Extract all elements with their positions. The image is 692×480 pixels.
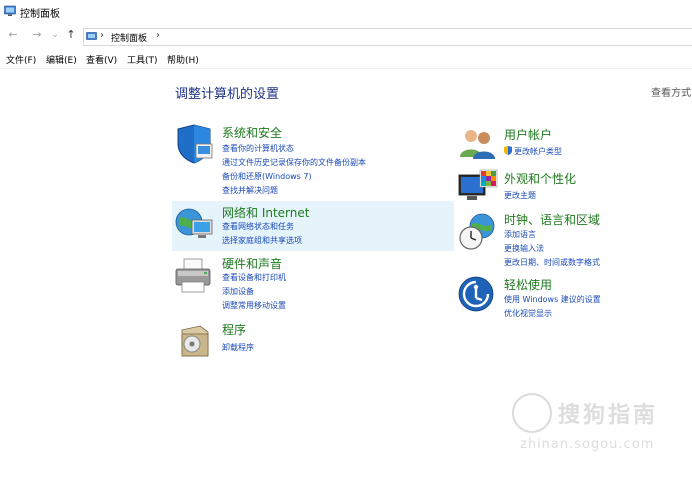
link-change-date-time-format[interactable]: 更改日期、时间或数字格式: [504, 257, 600, 268]
watermark-url: zhinan.sogou.com: [520, 437, 655, 452]
breadcrumb-chevron-icon[interactable]: ›: [156, 30, 160, 41]
menu-bar: 文件(F) 编辑(E) 查看(V) 工具(T) 帮助(H): [0, 50, 692, 69]
category-title[interactable]: 外观和个性化: [504, 170, 576, 187]
recent-locations-chevron-icon[interactable]: ⌄: [48, 28, 62, 42]
link-add-device[interactable]: 添加设备: [222, 286, 254, 297]
printer-icon[interactable]: [174, 258, 214, 294]
up-arrow-icon[interactable]: ↑: [64, 28, 78, 42]
category-programs: 程序 卸载程序: [172, 320, 452, 362]
address-bar[interactable]: › 控制面板 ›: [83, 28, 692, 46]
programs-disc-icon[interactable]: [178, 322, 212, 358]
view-by-label: 查看方式: [651, 88, 691, 99]
link-label: 更改帐户类型: [514, 147, 562, 156]
menu-edit[interactable]: 编辑(E): [46, 53, 77, 66]
control-panel-small-icon: [86, 32, 97, 40]
category-title[interactable]: 用户帐户: [504, 126, 552, 143]
menu-file[interactable]: 文件(F): [6, 53, 36, 66]
category-title[interactable]: 时钟、语言和区域: [504, 211, 600, 228]
monitor-palette-icon[interactable]: [458, 169, 498, 205]
category-ease-of-access: 轻松使用 使用 Windows 建议的设置 优化视觉显示: [456, 274, 692, 320]
link-devices-printers[interactable]: 查看设备和打印机: [222, 272, 286, 283]
watermark: 搜狗指南 zhinan.sogou.com: [512, 393, 692, 463]
link-mobility-settings[interactable]: 调整常用移动设置: [222, 300, 286, 311]
window-title: 控制面板: [20, 9, 60, 20]
link-troubleshoot[interactable]: 查找并解决问题: [222, 185, 278, 196]
category-title[interactable]: 轻松使用: [504, 276, 552, 293]
category-network-internet[interactable]: 网络和 Internet 查看网络状态和任务 选择家庭组和共享选项: [172, 201, 454, 251]
breadcrumb-separator-icon[interactable]: ›: [100, 30, 104, 41]
category-user-accounts: 用户帐户 更改帐户类型: [456, 124, 692, 164]
category-title[interactable]: 程序: [222, 321, 246, 338]
back-arrow-icon[interactable]: ←: [6, 28, 20, 42]
link-view-computer-status[interactable]: 查看你的计算机状态: [222, 143, 294, 154]
link-change-input-method[interactable]: 更换输入法: [504, 243, 544, 254]
link-network-status[interactable]: 查看网络状态和任务: [222, 221, 294, 232]
category-clock-language-region: 时钟、语言和区域 添加语言 更换输入法 更改日期、时间或数字格式: [456, 209, 692, 271]
link-change-theme[interactable]: 更改主题: [504, 190, 536, 201]
category-appearance: 外观和个性化 更改主题: [456, 167, 692, 207]
menu-tools[interactable]: 工具(T): [127, 53, 158, 66]
category-system-security: 系统和安全 查看你的计算机状态 通过文件历史记录保存你的文件备份副本 备份和还原…: [172, 123, 452, 199]
control-panel-window: 控制面板 ← → ⌄ ↑ › 控制面板 › 文件(F) 编辑(E) 查看(V) …: [0, 0, 692, 480]
category-hardware-sound: 硬件和声音 查看设备和打印机 添加设备 调整常用移动设置: [172, 254, 452, 314]
clock-globe-icon[interactable]: [458, 212, 496, 252]
link-recommended-settings[interactable]: 使用 Windows 建议的设置: [504, 294, 601, 305]
uac-shield-icon: [504, 146, 512, 155]
menu-view[interactable]: 查看(V): [86, 53, 117, 66]
watermark-brand: 搜狗指南: [558, 403, 659, 428]
link-uninstall-program[interactable]: 卸载程序: [222, 342, 254, 353]
link-file-history[interactable]: 通过文件历史记录保存你的文件备份副本: [222, 157, 366, 168]
shield-icon[interactable]: [174, 124, 214, 164]
link-homegroup-sharing[interactable]: 选择家庭组和共享选项: [222, 235, 302, 246]
control-panel-icon: [4, 5, 16, 16]
forward-arrow-icon[interactable]: →: [30, 28, 44, 42]
link-change-account-type[interactable]: 更改帐户类型: [504, 146, 562, 157]
title-bar: 控制面板: [0, 0, 692, 24]
category-title[interactable]: 网络和 Internet: [222, 204, 309, 221]
link-add-language[interactable]: 添加语言: [504, 229, 536, 240]
network-globe-icon[interactable]: [174, 204, 214, 244]
breadcrumb-control-panel[interactable]: 控制面板: [111, 31, 147, 44]
watermark-logo-icon: [512, 393, 552, 433]
category-title[interactable]: 硬件和声音: [222, 255, 282, 272]
link-optimize-visual-display[interactable]: 优化视觉显示: [504, 308, 552, 319]
page-title: 调整计算机的设置: [175, 87, 280, 102]
menu-help[interactable]: 帮助(H): [167, 53, 199, 66]
navigation-bar: ← → ⌄ ↑ › 控制面板 ›: [0, 24, 692, 48]
ease-of-access-icon[interactable]: [458, 276, 494, 312]
category-title[interactable]: 系统和安全: [222, 124, 282, 141]
link-backup-restore[interactable]: 备份和还原(Windows 7): [222, 171, 312, 182]
users-icon[interactable]: [458, 127, 496, 161]
